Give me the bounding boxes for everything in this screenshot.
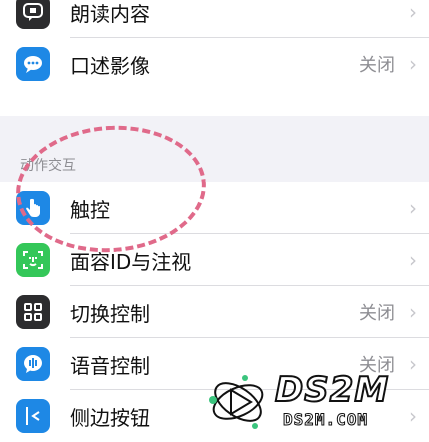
row-label: 口述影像 xyxy=(70,53,150,78)
row-value: 关闭 xyxy=(359,303,395,324)
watermark-subtitle: DS2M.COM xyxy=(282,410,369,430)
voice-control-icon xyxy=(16,347,50,381)
chevron-right-icon: › xyxy=(409,0,417,24)
chevron-right-icon: › xyxy=(409,300,417,324)
watermark-title: DS2M xyxy=(274,369,390,411)
row-label: 侧边按钮 xyxy=(70,405,150,430)
chat-bubble-icon xyxy=(16,47,50,81)
grid-icon xyxy=(16,295,50,329)
settings-group-top: 朗读内容 › 口述影像 关闭 › xyxy=(0,0,429,116)
row-speak-content[interactable]: 朗读内容 › xyxy=(0,0,429,38)
row-label: 朗读内容 xyxy=(70,1,150,26)
row-switch-control[interactable]: 切换控制 关闭 › xyxy=(0,286,429,338)
row-audio-description[interactable]: 口述影像 关闭 › xyxy=(0,38,429,90)
row-label: 语音控制 xyxy=(70,353,150,378)
speech-bubble-icon xyxy=(16,0,50,29)
play-logo-icon xyxy=(209,375,264,429)
watermark: DS2M DS2M.COM xyxy=(205,369,425,434)
face-id-icon xyxy=(16,243,50,277)
row-label: 切换控制 xyxy=(70,301,150,326)
chevron-right-icon: › xyxy=(409,196,417,220)
chevron-right-icon: › xyxy=(409,248,417,272)
side-button-icon xyxy=(16,399,50,433)
chevron-right-icon: › xyxy=(409,52,417,76)
row-value: 关闭 xyxy=(359,55,395,76)
